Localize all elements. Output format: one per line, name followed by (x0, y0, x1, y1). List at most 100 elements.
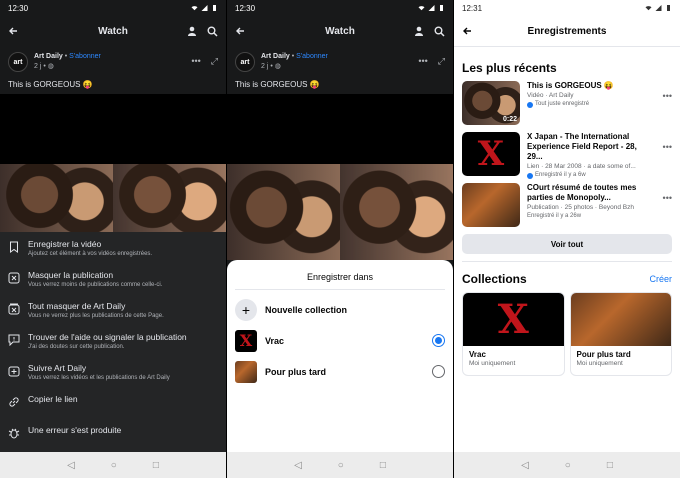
expand-icon[interactable]: ⤢ (438, 56, 445, 67)
search-icon[interactable] (207, 26, 218, 37)
saved-item-thumbnail: X (462, 132, 520, 176)
new-collection-row[interactable]: + Nouvelle collection (227, 294, 453, 325)
menu-desc: Vous verrez les vidéos et les publicatio… (28, 375, 170, 381)
create-collection-link[interactable]: Créer (649, 274, 672, 284)
app-bar: Enregistrements (454, 16, 680, 46)
page-avatar[interactable]: art (235, 52, 255, 72)
collection-label: Vrac (265, 335, 285, 346)
nav-home-icon[interactable]: ○ (111, 460, 117, 471)
nav-home-icon[interactable]: ○ (338, 460, 344, 471)
section-divider (462, 254, 672, 262)
recent-heading-text: Les plus récents (462, 61, 557, 75)
report-icon (8, 334, 20, 346)
profile-icon[interactable] (187, 26, 197, 36)
expand-icon[interactable]: ⤢ (211, 56, 218, 67)
collection-card[interactable]: Pour plus tard Moi uniquement (569, 292, 672, 376)
saved-dot-icon (527, 101, 533, 108)
menu-desc: Vous verrez moins de publications comme … (28, 282, 163, 288)
nav-back-icon[interactable]: ◁ (294, 460, 302, 471)
menu-report[interactable]: Trouver de l'aide ou signaler la publica… (0, 327, 226, 358)
saved-item-title: COurt résumé de toutes mes parties de Mo… (527, 183, 637, 202)
video-right-half (113, 164, 226, 232)
save-to-sheet: Enregistrer dans + Nouvelle collection X… (227, 260, 453, 452)
follow-link[interactable]: S'abonner (296, 53, 328, 60)
nav-recents-icon[interactable]: □ (380, 460, 386, 471)
status-bar: 12:30 (227, 0, 453, 16)
collection-label: Pour plus tard (265, 366, 327, 377)
nav-back-icon[interactable]: ◁ (67, 460, 75, 471)
saved-item-title: This is GORGEOUS 😝 (527, 81, 614, 90)
video-frame[interactable] (0, 164, 226, 232)
saved-item-status: Enregistré il y a 26w (527, 212, 651, 221)
follow-link[interactable]: S'abonner (69, 53, 101, 60)
more-options-icon[interactable]: ••• (663, 132, 672, 183)
more-options-icon[interactable]: ••• (191, 56, 200, 67)
saved-item[interactable]: COurt résumé de toutes mes parties de Mo… (454, 183, 680, 234)
saved-item-status: Enregistré il y a 6w (527, 171, 651, 180)
collection-option-vrac[interactable]: X Vrac (227, 325, 453, 356)
video-top[interactable] (227, 94, 453, 164)
more-options-icon[interactable]: ••• (418, 56, 427, 67)
video-left-half (227, 164, 340, 260)
radio-unselected[interactable] (432, 365, 445, 378)
nav-recents-icon[interactable]: □ (153, 460, 159, 471)
more-options-icon[interactable]: ••• (663, 183, 672, 234)
video-duration: 0:22 (502, 116, 517, 123)
hide-icon (8, 272, 20, 284)
save-to-collection-screen: 12:30 Watch art Art Daily • S'abonner 2 … (227, 0, 453, 478)
wifi-icon (418, 6, 425, 11)
collection-thumbnail (235, 360, 257, 383)
search-icon[interactable] (434, 26, 445, 37)
nav-home-icon[interactable]: ○ (565, 460, 571, 471)
post-caption: This is GORGEOUS 😝 (235, 80, 320, 89)
collection-card[interactable]: X Vrac Moi uniquement (462, 292, 565, 376)
saved-item[interactable]: 0:22 This is GORGEOUS 😝 Vidéo · Art Dail… (454, 81, 680, 132)
video-top[interactable] (0, 94, 226, 164)
menu-copy-link[interactable]: Copier le lien (0, 389, 226, 420)
back-arrow-icon[interactable] (8, 26, 18, 36)
saved-item-thumbnail: 0:22 (462, 81, 520, 125)
globe-icon: ◍ (274, 63, 281, 70)
video-frame[interactable] (227, 164, 453, 260)
back-arrow-icon[interactable] (462, 26, 472, 36)
plus-icon: + (235, 298, 257, 321)
menu-report-bug[interactable]: Une erreur s'est produite (0, 420, 226, 451)
saved-item-meta: Publication · 25 photos · Beyond Bzh (527, 204, 634, 211)
page-avatar[interactable]: art (8, 52, 28, 72)
see-all-button[interactable]: Voir tout (462, 234, 672, 254)
status-bar: 12:30 (0, 0, 226, 16)
signal-icon (655, 5, 662, 11)
status-time: 12:31 (462, 3, 483, 13)
collection-option-later[interactable]: Pour plus tard (227, 356, 453, 387)
sheet-title: Enregistrer dans (235, 260, 445, 290)
saved-item-thumbnail (462, 183, 520, 227)
saved-item-status-text: Enregistré il y a 6w (535, 172, 586, 178)
android-nav-bar: ◁ ○ □ (227, 452, 453, 478)
collection-privacy: Moi uniquement (576, 360, 623, 367)
collection-name: Pour plus tard (576, 350, 631, 359)
nav-recents-icon[interactable]: □ (607, 460, 613, 471)
author-name[interactable]: Art Daily (34, 53, 63, 60)
menu-title: Copier le lien (28, 394, 78, 404)
profile-icon[interactable] (414, 26, 424, 36)
video-left-half (0, 164, 113, 232)
back-arrow-icon[interactable] (235, 26, 245, 36)
menu-title: Suivre Art Daily (28, 363, 87, 373)
radio-selected[interactable] (432, 334, 445, 347)
menu-hide-all[interactable]: Tout masquer de Art Daily Vous ne verrez … (0, 296, 226, 327)
saved-item-title: X Japan - The International Experience F… (527, 132, 637, 161)
bookmark-icon (10, 241, 18, 253)
more-options-icon[interactable]: ••• (663, 81, 672, 132)
options-sheet: Enregistrer la vidéo Ajoutez cet élément … (0, 232, 226, 452)
saved-item-status-text: Enregistré il y a 26w (527, 213, 582, 219)
battery-icon (440, 5, 443, 11)
menu-follow[interactable]: Suivre Art Daily Vous verrez les vidéos e… (0, 358, 226, 389)
watch-menu-screen: 12:30 Watch art Art Daily • S'abonner 2 … (0, 0, 226, 478)
menu-desc: J'ai des doutes sur cette publication. (28, 344, 125, 350)
nav-back-icon[interactable]: ◁ (521, 460, 529, 471)
saved-item[interactable]: X X Japan - The International Experience… (454, 132, 680, 183)
menu-save-video[interactable]: Enregistrer la vidéo Ajoutez cet élément … (0, 234, 226, 265)
new-collection-label: Nouvelle collection (265, 304, 348, 315)
author-name[interactable]: Art Daily (261, 53, 290, 60)
menu-hide-post[interactable]: Masquer la publication Vous verrez moins … (0, 265, 226, 296)
